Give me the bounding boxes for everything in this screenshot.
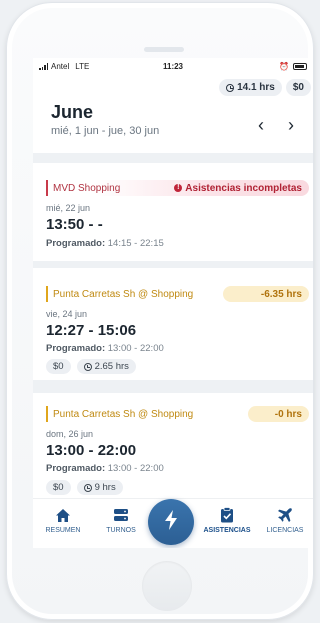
- scheduled-row: Programado: 13:00 - 22:00: [46, 343, 164, 354]
- hours-pill: 2.65 hrs: [76, 359, 136, 374]
- location-label: Punta Carretas Sh @ Shopping: [46, 286, 193, 302]
- status-text: Asistencias incompletas: [185, 182, 302, 194]
- scheduled-value: 13:00 - 22:00: [107, 463, 164, 474]
- scheduled-label: Programado:: [46, 463, 106, 474]
- scheduled-row: Programado: 13:00 - 22:00: [46, 463, 164, 474]
- tab-asistencias[interactable]: ASISTENCIAS: [199, 507, 255, 534]
- clock-icon: [226, 83, 235, 92]
- shift-pills: $0 9 hrs: [46, 480, 123, 495]
- hours-value: 2.65 hrs: [94, 361, 129, 372]
- shift-list[interactable]: ! Asistencias incompletas MVD Shopping mi…: [33, 153, 313, 498]
- shift-date: vie, 24 jun: [46, 309, 88, 319]
- clock-icon: [83, 483, 92, 492]
- total-money-value: $0: [292, 82, 304, 93]
- status-time: 11:23: [162, 62, 184, 71]
- tab-label: ASISTENCIAS: [203, 527, 251, 534]
- shift-card[interactable]: -6.35 hrs Punta Carretas Sh @ Shopping v…: [33, 268, 313, 380]
- money-value: $0: [53, 482, 64, 493]
- status-bar: Antel LTE 11:23 ⏰: [33, 58, 313, 74]
- shift-date: mié, 22 jun: [46, 203, 91, 213]
- status-badge: -6.35 hrs: [223, 286, 309, 302]
- status-text: -0 hrs: [274, 408, 302, 420]
- home-icon: [54, 507, 72, 523]
- shift-card[interactable]: -0 hrs Punta Carretas Sh @ Shopping dom,…: [33, 393, 313, 498]
- shift-card[interactable]: ! Asistencias incompletas MVD Shopping mi…: [33, 163, 313, 261]
- scheduled-row: Programado: 14:15 - 22:15: [46, 238, 164, 249]
- clipboard-check-icon: [218, 507, 236, 523]
- money-value: $0: [53, 361, 64, 372]
- hours-pill: 9 hrs: [76, 480, 123, 495]
- scheduled-value: 13:00 - 22:00: [107, 343, 164, 354]
- total-hours-value: 14.1 hrs: [237, 82, 275, 93]
- phone-speaker: [144, 47, 184, 52]
- scheduled-label: Programado:: [46, 343, 106, 354]
- alarm-icon: ⏰: [279, 62, 289, 71]
- shift-time: 12:27 - 15:06: [46, 322, 137, 339]
- quick-action-button[interactable]: [148, 499, 194, 545]
- money-pill: $0: [46, 359, 71, 374]
- hours-value: 9 hrs: [94, 482, 116, 493]
- status-text: -6.35 hrs: [260, 288, 302, 300]
- status-right: ⏰: [279, 62, 307, 71]
- battery-icon: [293, 63, 307, 70]
- tab-label: TURNOS: [106, 527, 136, 534]
- shift-pills: $0 2.65 hrs: [46, 359, 136, 374]
- tab-resumen[interactable]: RESUMEN: [35, 507, 91, 534]
- clock-icon: [83, 362, 92, 371]
- lightning-icon: [163, 509, 179, 535]
- app-screen: Antel LTE 11:23 ⏰ 14.1 hrs $0 June mié, …: [33, 58, 313, 548]
- month-title: June: [51, 102, 94, 122]
- server-icon: [112, 507, 130, 523]
- phone-home-button[interactable]: [142, 561, 192, 611]
- status-badge: ! Asistencias incompletas: [93, 180, 309, 196]
- date-range: mié, 1 jun - jue, 30 jun: [51, 125, 160, 137]
- chevron-right-icon[interactable]: ›: [283, 116, 299, 134]
- tab-turnos[interactable]: TURNOS: [93, 507, 149, 534]
- status-badge: -0 hrs: [248, 406, 309, 422]
- money-pill: $0: [46, 480, 71, 495]
- location-label: MVD Shopping: [46, 180, 120, 196]
- airplane-icon: [276, 507, 294, 523]
- tab-label: RESUMEN: [45, 527, 81, 534]
- phone-frame: Antel LTE 11:23 ⏰ 14.1 hrs $0 June mié, …: [6, 2, 314, 620]
- tab-label: LICENCIAS: [266, 527, 304, 534]
- shift-date: dom, 26 jun: [46, 429, 94, 439]
- chevron-left-icon[interactable]: ‹: [253, 116, 269, 134]
- scheduled-label: Programado:: [46, 238, 106, 249]
- total-money-pill: $0: [285, 79, 311, 96]
- alert-icon: !: [174, 184, 183, 192]
- shift-time: 13:00 - 22:00: [46, 442, 137, 459]
- scheduled-value: 14:15 - 22:15: [107, 238, 164, 249]
- summary-pills: 14.1 hrs $0: [219, 79, 311, 96]
- shift-time: 13:50 - -: [46, 216, 103, 233]
- total-hours-pill: 14.1 hrs: [219, 79, 282, 96]
- location-label: Punta Carretas Sh @ Shopping: [46, 406, 193, 422]
- tab-licencias[interactable]: LICENCIAS: [257, 507, 313, 534]
